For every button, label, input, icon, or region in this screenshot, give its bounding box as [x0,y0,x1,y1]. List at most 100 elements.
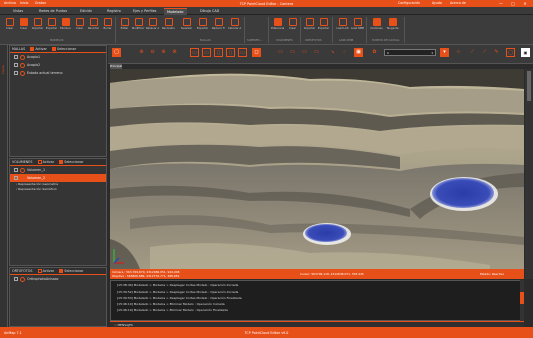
view-left-icon[interactable]: ▯ [214,48,223,57]
snap-icon[interactable]: ⊹ [454,48,463,57]
visibility-checkbox[interactable] [14,63,18,67]
smooth-button[interactable]: Suavizar [180,18,193,35]
visibility-checkbox[interactable] [14,55,18,59]
triangles-icon [214,18,223,26]
panel-toggle-icon[interactable]: ▣ [521,48,530,57]
tab-registro[interactable]: Registro [104,8,124,15]
view-right-icon[interactable]: ▯ [226,48,235,57]
export-model-button[interactable]: Exportar [45,18,58,35]
tangente-button[interactable]: Tangente [386,18,399,35]
volumes-select-checkbox[interactable] [59,160,64,164]
load-rmb-button[interactable]: Load RMB [351,18,364,35]
tab-modelado[interactable]: Modelado [164,8,187,15]
tab-vistas[interactable]: Vistas [10,8,26,15]
group-label-puntos-caudal: PUNTOS DE CAUDAL [372,38,400,42]
extra-tool-icon[interactable]: ▢ [506,48,515,57]
erase-button[interactable]: Borrar [101,18,114,35]
layer-combo[interactable]: 0 ▾ [384,49,436,56]
tab-dibujo-cad[interactable]: Dibujo CAD [197,8,222,15]
clip-button[interactable]: Recortar [87,18,100,35]
calc-areas-button[interactable]: Calcular Áreas [228,18,241,35]
maximize-button[interactable]: □ [507,0,519,7]
visibility-checkbox[interactable] [14,168,18,172]
measure-icon[interactable]: ↘ [328,48,337,57]
reduce-triangles-button[interactable]: Reducir Triángulos [212,18,225,35]
scrollbar-thumb[interactable] [520,292,524,304]
zoom-extents-icon[interactable]: ⊗ [170,48,179,57]
viewport-status-bar: Cámara : 563.769,870, 4312986.051, 920,0… [110,269,524,279]
orthophotos-panel: ORTOFOTOS Activar Seleccionar Orthophoto… [9,267,107,327]
visibility-checkbox[interactable] [14,71,18,75]
list-item-selected[interactable]: Volumen_2 [10,174,106,182]
link-acerca-de[interactable]: Acerca de [450,1,466,5]
delete-model-button[interactable]: Eliminar [59,18,72,35]
draw-icon[interactable]: ✎ [492,48,501,57]
import-ortho-button[interactable]: Importar [303,18,316,35]
zoom-in-icon[interactable]: ⊕ [137,48,146,57]
tab-redes-de-puntos[interactable]: Redes de Puntos [36,8,70,15]
minimize-button[interactable]: — [495,0,507,7]
cardones-button[interactable]: Cardones [370,18,383,35]
monitor-3-icon[interactable]: ▭ [300,48,309,57]
link-configuracion[interactable]: Configuración [398,1,420,5]
3d-viewport[interactable] [110,69,524,269]
view-iso-icon[interactable]: ◻ [252,48,261,57]
visibility-checkbox[interactable] [14,176,18,180]
list-item[interactable]: Acopio2 [10,61,106,69]
polyline-icon[interactable]: ⟋ [480,48,489,57]
import-model-button[interactable]: Importar [31,18,44,35]
log-line: [15:39:52] Modelado > Modelos > Desplega… [117,290,239,294]
rebuild-button[interactable]: Reconstruir [162,18,175,35]
fill-holes-button[interactable]: Rellenar Agujeros [146,18,159,35]
tab-ejes-perfiles[interactable]: Ejes y Perfiles [130,8,159,15]
create-volume-button[interactable]: Crear [286,18,299,35]
monitor-2-icon[interactable]: ▭ [288,48,297,57]
select-tool-button[interactable]: ▢ [112,48,121,57]
settings-icon[interactable]: ✿ [370,48,379,57]
list-item[interactable]: Estado actual terreno [10,69,106,77]
model-difference-button[interactable]: Diferencia Modelos [271,18,284,35]
group-label-mallas: MALLAS [200,38,211,42]
list-item[interactable]: OrthophotoAnisaac [10,275,106,283]
load-las-button[interactable]: Load LAS [336,18,349,35]
edit-mesh-button[interactable]: Editar [118,18,131,35]
point-icon[interactable]: ⁘ [340,48,349,57]
view-back-icon[interactable]: ▭ [202,48,211,57]
fill-icon[interactable]: ▣ [354,48,363,57]
visibility-checkbox[interactable] [14,277,18,281]
monitor-1-icon[interactable]: ▭ [276,48,285,57]
view-toolbar: ▢ ⊕ ⊖ ⊕ ⊗ ▭ ▭ ▯ ▯ ▭ ◻ ▭ ▭ ▭ ▭ ↘ ⁘ ▣ ✿ 0 ▾… [108,45,533,64]
line-icon[interactable]: ⟋ [468,48,477,57]
area-icon [230,18,239,26]
viewport-scrollbar[interactable] [525,69,533,279]
list-item[interactable]: Volumen_1 [10,166,106,174]
zoom-out-icon[interactable]: ⊖ [148,48,157,57]
export-mesh-button[interactable]: Exportar [196,18,209,35]
create-model-2-button[interactable]: Crear [17,18,30,35]
sub-item[interactable]: › Representación Semáforo [10,187,106,192]
monitor-4-icon[interactable]: ▭ [312,48,321,57]
export-ortho-button[interactable]: Exportar [317,18,330,35]
edit-icon [120,18,129,26]
view-top-icon[interactable]: ▭ [238,48,247,57]
combo-action-icon[interactable]: ▾ [440,48,449,57]
modify-vertices-button[interactable]: Modificar Vertices [132,18,145,35]
ortho-select-checkbox[interactable] [59,269,64,273]
close-button[interactable]: ✕ [519,0,531,7]
log-scrollbar[interactable] [520,280,524,321]
meshes-select-checkbox[interactable] [51,47,56,51]
layers-side-tab[interactable]: Capas [0,45,8,327]
create-cut-button[interactable]: Crear [73,18,86,35]
link-ayuda[interactable]: Ayuda [432,1,442,5]
meshes-activate-checkbox[interactable] [30,47,35,51]
create-model-button[interactable]: Crear [3,18,16,35]
view-front-icon[interactable]: ▭ [190,48,199,57]
quarry-point-cloud [110,69,524,269]
scrollbar-thumb[interactable] [527,71,531,101]
tab-edicion[interactable]: Edición [77,8,95,15]
camera-coords: Cámara : 563.769,870, 4312986.051, 920,0… [112,269,180,274]
ortho-activate-checkbox[interactable] [37,269,42,273]
list-item[interactable]: Acopio1 [10,53,106,61]
volumes-activate-checkbox[interactable] [37,160,42,164]
zoom-window-icon[interactable]: ⊕ [159,48,168,57]
